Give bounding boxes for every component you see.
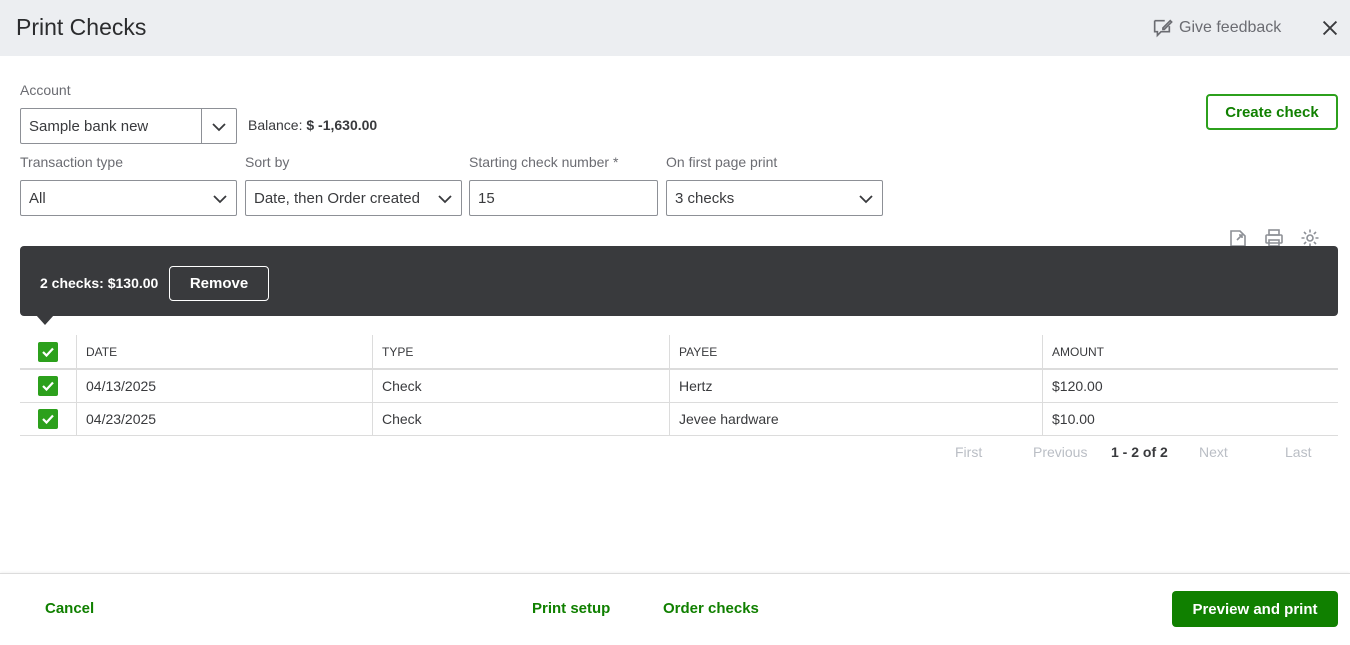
remove-button[interactable]: Remove (169, 266, 269, 301)
row-type: Check (372, 370, 669, 402)
row-date: 04/23/2025 (76, 403, 373, 435)
row-select-cell (20, 403, 76, 435)
column-header-amount[interactable]: AMOUNT (1042, 335, 1338, 368)
chevron-down-icon (212, 123, 226, 132)
selection-summary: 2 checks: $130.00 (40, 275, 159, 291)
give-feedback-link[interactable]: Give feedback (1151, 17, 1281, 39)
page-title: Print Checks (16, 14, 147, 40)
row-amount: $10.00 (1042, 403, 1338, 435)
row-type: Check (372, 403, 669, 435)
first-page-print-label: On first page print (666, 154, 778, 170)
select-all-checkbox[interactable] (38, 341, 58, 362)
column-header-payee[interactable]: PAYEE (669, 335, 1042, 368)
sort-by-select[interactable]: Date, then Order created (245, 180, 462, 216)
starting-check-number-value: 15 (478, 189, 495, 207)
close-icon[interactable] (1319, 17, 1341, 39)
balance-label: Balance: (248, 117, 303, 133)
account-label: Account (20, 82, 71, 98)
chevron-down-icon (438, 195, 452, 204)
pagination-range: 1 - 2 of 2 (1111, 444, 1168, 460)
transaction-type-select[interactable]: All (20, 180, 237, 216)
row-payee: Hertz (669, 370, 1042, 402)
transaction-type-label: Transaction type (20, 154, 123, 170)
account-select[interactable]: Sample bank new (20, 108, 237, 144)
modal-footer: Cancel Print setup Order checks Preview … (0, 573, 1350, 645)
banner-pointer (36, 315, 54, 325)
selection-banner: 2 checks: $130.00 Remove (20, 246, 1338, 316)
row-checkbox[interactable] (38, 409, 58, 429)
select-all-cell (20, 335, 76, 368)
first-page-print-select[interactable]: 3 checks (666, 180, 883, 216)
printer-icon[interactable] (1264, 228, 1284, 248)
starting-check-number-input[interactable]: 15 (469, 180, 658, 216)
balance-value: $ -1,630.00 (306, 117, 378, 133)
pagination-next[interactable]: Next (1199, 444, 1228, 460)
pagination-last[interactable]: Last (1285, 444, 1311, 460)
feedback-icon (1153, 19, 1173, 38)
column-header-date[interactable]: DATE (76, 335, 373, 368)
create-check-button[interactable]: Create check (1206, 94, 1338, 130)
row-date: 04/13/2025 (76, 370, 373, 402)
gear-icon[interactable] (1300, 228, 1320, 248)
chevron-down-icon (213, 195, 227, 204)
checkmark-icon (42, 381, 54, 392)
account-value: Sample bank new (29, 117, 149, 135)
sort-by-label: Sort by (245, 154, 290, 170)
column-header-type[interactable]: TYPE (372, 335, 669, 368)
table-header-row: DATE TYPE PAYEE AMOUNT (20, 335, 1338, 370)
account-balance: Balance: $ -1,630.00 (248, 117, 377, 133)
cancel-button[interactable]: Cancel (45, 600, 94, 617)
first-page-print-value: 3 checks (675, 189, 735, 207)
export-icon[interactable] (1228, 228, 1248, 248)
checkmark-icon (42, 414, 54, 425)
table-row[interactable]: 04/13/2025 Check Hertz $120.00 (20, 370, 1338, 403)
transaction-type-value: All (29, 189, 46, 207)
order-checks-button[interactable]: Order checks (663, 600, 759, 617)
chevron-down-icon (859, 195, 873, 204)
preview-and-print-button[interactable]: Preview and print (1172, 591, 1338, 627)
row-select-cell (20, 370, 76, 402)
starting-check-number-label: Starting check number * (469, 154, 619, 170)
modal-header: Print Checks Give feedback (0, 0, 1350, 56)
table-row[interactable]: 04/23/2025 Check Jevee hardware $10.00 (20, 403, 1338, 436)
row-amount: $120.00 (1042, 370, 1338, 402)
row-payee: Jevee hardware (669, 403, 1042, 435)
print-setup-button[interactable]: Print setup (532, 600, 610, 617)
account-dropdown-toggle[interactable] (201, 109, 236, 143)
checkmark-icon (42, 347, 54, 357)
pagination-previous[interactable]: Previous (1033, 444, 1087, 460)
sort-by-value: Date, then Order created (254, 189, 420, 207)
pagination-first[interactable]: First (955, 444, 982, 460)
feedback-label: Give feedback (1179, 19, 1282, 36)
row-checkbox[interactable] (38, 376, 58, 396)
